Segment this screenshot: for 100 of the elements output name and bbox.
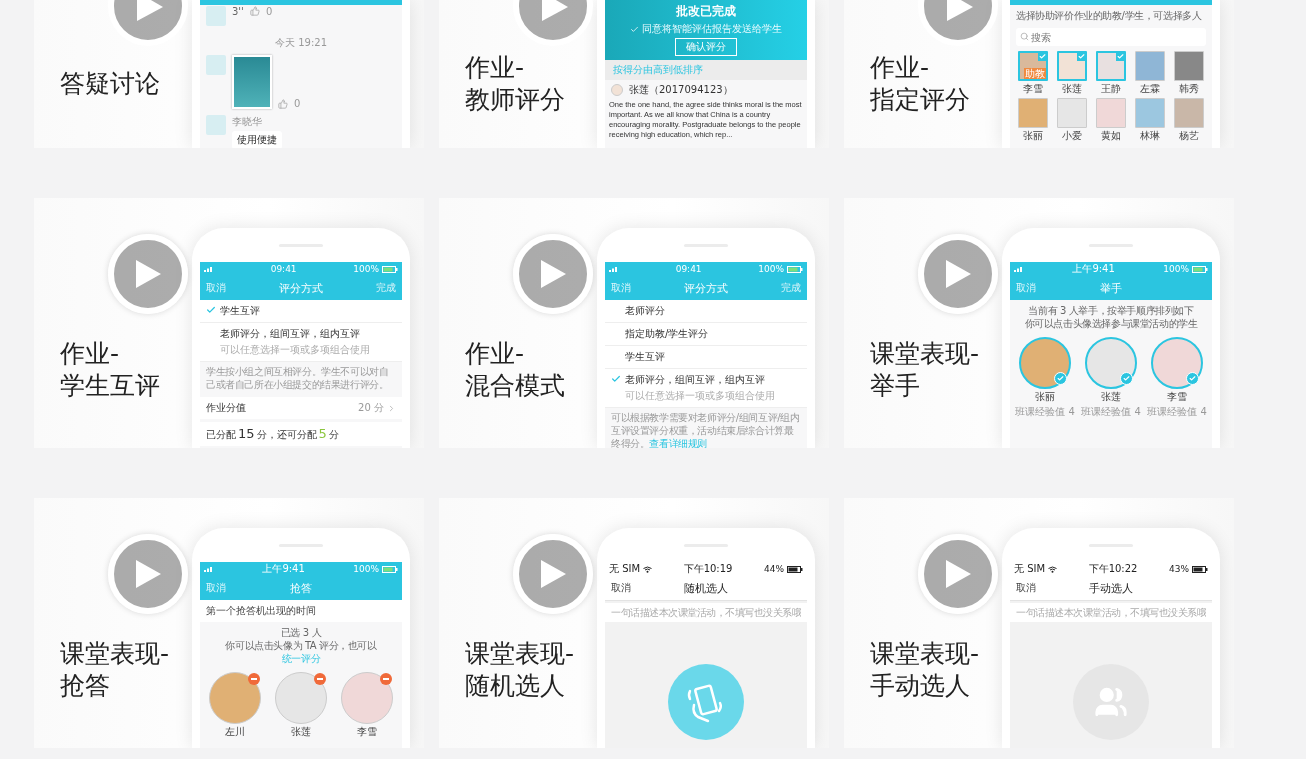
avatar[interactable] [1057,51,1088,81]
avatar [206,55,226,75]
card-title: 作业- 混合模式 [464,338,566,402]
option-label: 老师评分，组间互评，组内互评 [625,373,766,387]
cancel-button[interactable]: 取消 [611,581,631,595]
battery-text: 100% [353,564,379,574]
hint-text: 你可以点击头像选择参与课堂活动的学生 [1024,317,1198,330]
check-icon [1186,372,1199,385]
done-button[interactable]: 完成 [376,281,396,295]
screen-title: 评分方式 [684,280,728,296]
confirm-button[interactable]: 确认评分 [675,38,737,56]
done-button[interactable]: 完成 [781,281,801,295]
screen-title: 手动选人 [1089,580,1133,596]
clock-text: 下午10:19 [683,562,733,576]
time-field-label: 第一个抢答机出现的时间 [200,600,402,622]
play-icon [943,558,973,590]
person-name: 张丽 [1023,129,1044,143]
row-value: 20 分 [358,401,384,415]
card-title: 作业- 指定评分 [869,52,971,116]
battery-icon [382,565,398,573]
option-label: 老师评分 [625,304,665,318]
search-field[interactable]: 搜索 [1016,28,1206,46]
cancel-button[interactable]: 取消 [1016,281,1036,295]
check-icon [1054,372,1067,385]
remove-icon[interactable] [380,673,392,685]
avatar[interactable] [1085,337,1137,389]
avatar[interactable]: 助教 [1018,51,1049,81]
check-icon [206,305,216,315]
uniform-score-link[interactable]: 统一评分 [281,653,321,664]
person-name: 张莲 [1062,82,1083,96]
option-row[interactable]: 老师评分 [605,300,807,323]
battery-icon [382,265,398,273]
banner-text: 同意将智能评估报告发送给学生 [642,22,782,36]
like-count: 0 [265,6,273,17]
avatar[interactable] [209,672,261,724]
screen-title: 随机选人 [684,580,728,596]
rules-link[interactable]: 查看详细规则 [649,438,707,448]
battery-text: 43% [1168,564,1189,574]
allot-label: 分 [328,428,339,442]
option-row[interactable]: 学生互评 [605,346,807,369]
like-count: 0 [294,98,301,109]
student-name: 张莲（2017094123） [629,83,733,97]
timestamp: 今天 19:21 [275,37,327,48]
avatar[interactable] [275,672,327,724]
avatar[interactable] [1134,98,1165,128]
avatar[interactable] [1173,51,1204,81]
allot-label: 已分配 [206,428,236,442]
cancel-button[interactable]: 取消 [206,581,226,595]
voice-duration: 3'' [232,6,244,17]
person-name: 李雪 [357,725,377,739]
option-label: 学生互评 [220,304,260,318]
selected-count: 已选 3 人 [280,626,322,639]
play-icon [538,558,568,590]
avatar[interactable] [1057,98,1088,128]
avatar [611,84,623,96]
card-title: 课堂表现- 随机选人 [464,638,576,702]
battery-text: 100% [353,264,379,274]
role-badge: 助教 [1024,68,1047,79]
person-name: 张丽 [1035,390,1055,404]
person-name: 左霖 [1139,82,1160,96]
chevron-icon [387,403,396,413]
battery-icon [787,265,803,273]
person-name: 杨艺 [1178,129,1199,143]
hint-text: 选择协助评价作业的助教/学生，可选择多人 [1016,9,1202,22]
signal-icon [609,266,619,272]
battery-text: 100% [758,264,784,274]
avatar[interactable] [1018,98,1049,128]
cancel-button[interactable]: 取消 [206,281,226,295]
avatar[interactable] [1151,337,1203,389]
sort-bar[interactable]: 按得分由高到低排序 [605,60,807,80]
play-icon [943,258,973,290]
option-row[interactable]: 学生互评 [200,300,402,323]
wifi-icon [643,565,653,573]
like-icon[interactable] [278,99,288,109]
card-title: 课堂表现- 举手 [869,338,981,402]
cancel-button[interactable]: 取消 [1016,581,1036,595]
avatar[interactable] [341,672,393,724]
experience-label: 班课经验值 4 [1081,405,1141,419]
remove-icon[interactable] [248,673,260,685]
clock-text: 上午9:41 [262,562,305,576]
score-row[interactable]: 作业分值 20 分 [200,397,402,419]
note-text: 学生按小组之间互相评分。学生不可以对自己或者自己所在小组提交的结果进行评分。 [205,365,390,392]
play-icon [137,0,163,21]
avatar[interactable] [1096,51,1126,81]
remaining-score: 5 [318,426,327,441]
avatar[interactable] [1019,337,1071,389]
cancel-button[interactable]: 取消 [611,281,631,295]
option-label: 老师评分，组间互评，组内互评 [220,327,361,341]
option-label: 学生互评 [625,350,665,364]
avatar[interactable] [1134,51,1165,81]
screen-title: 评分方式 [279,280,323,296]
like-icon[interactable] [249,6,260,16]
option-row[interactable]: 指定助教/学生评分 [605,323,807,346]
screen-title: 抢答 [290,580,312,596]
play-icon [133,258,163,290]
remove-icon[interactable] [314,673,326,685]
play-icon [947,0,973,21]
avatar[interactable] [1173,98,1204,128]
check-icon [1038,52,1048,61]
photo-placeholder[interactable] [232,55,272,109]
